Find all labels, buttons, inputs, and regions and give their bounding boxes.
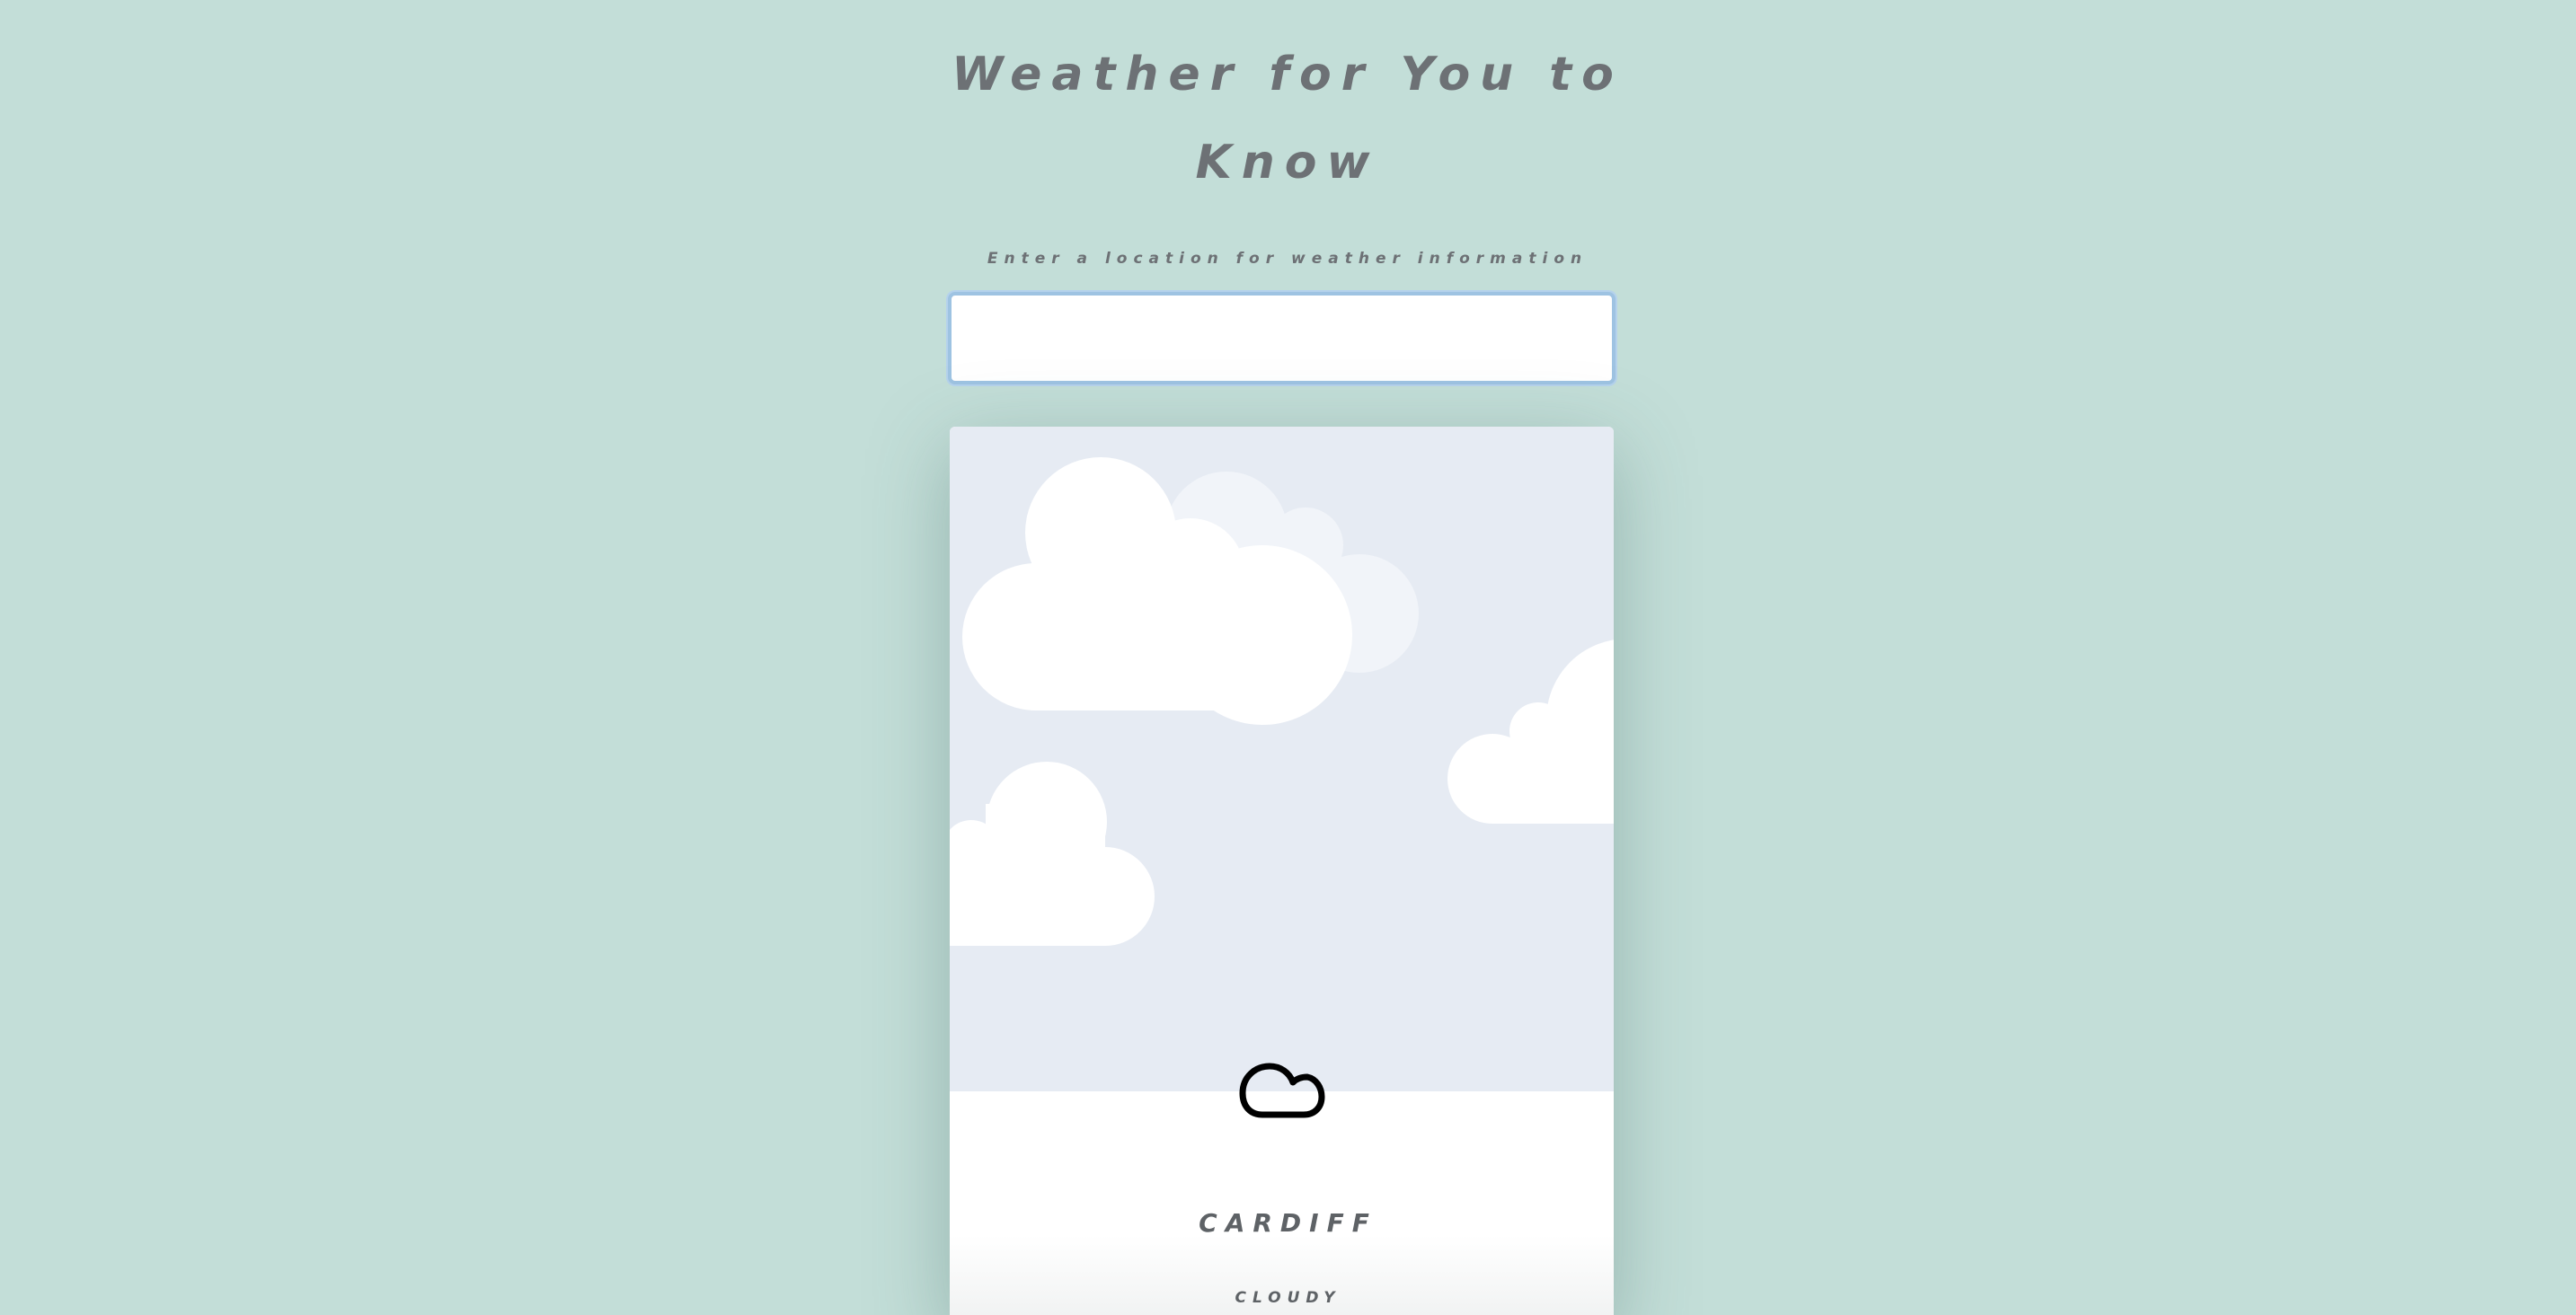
weather-condition: CLOUDY	[1235, 1289, 1341, 1307]
cloud-icon	[1239, 1063, 1325, 1118]
clouds-illustration	[950, 457, 1614, 946]
weather-card	[950, 427, 1614, 1315]
page-title-line-2: Know	[1195, 136, 1380, 190]
page-title-line-1: Weather for You to	[952, 48, 1624, 101]
city-name: CARDIFF	[1199, 1208, 1377, 1238]
large-cloud	[962, 457, 1352, 725]
right-cloud	[1447, 640, 1614, 824]
sky-illustration	[950, 427, 1614, 1091]
page-title: Weather for You to Know	[928, 31, 1647, 207]
location-prompt: Enter a location for weather information	[987, 250, 1589, 268]
lower-left-cloud	[950, 762, 1155, 946]
location-search-input[interactable]	[948, 292, 1616, 384]
